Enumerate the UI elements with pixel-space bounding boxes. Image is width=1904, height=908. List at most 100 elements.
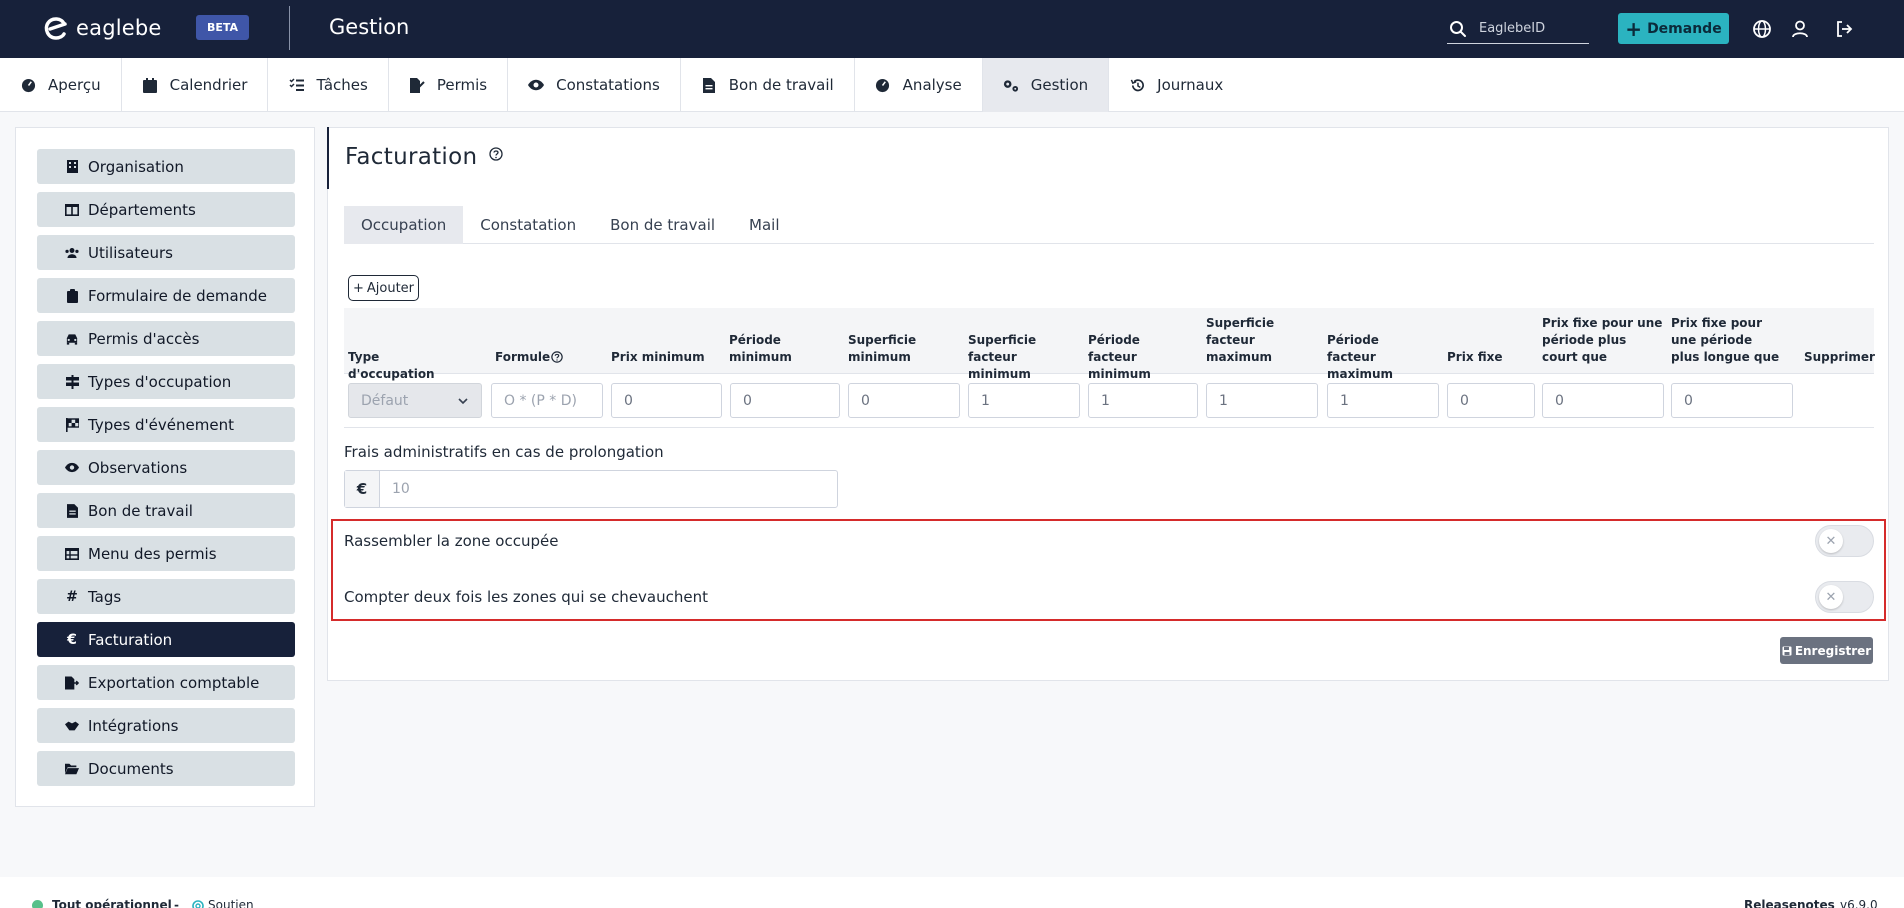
eye-icon bbox=[65, 461, 79, 475]
building-icon bbox=[65, 160, 79, 174]
cogs-icon bbox=[1003, 77, 1019, 93]
column-header: Prix fixe pour une période plus court qu… bbox=[1542, 316, 1663, 364]
sidebar-item-integrations[interactable]: Intégrations bbox=[37, 708, 295, 743]
periode-minimum-input[interactable]: 0 bbox=[730, 383, 840, 418]
car-icon bbox=[65, 332, 79, 346]
nav-item-bon-de-travail[interactable]: Bon de travail bbox=[681, 58, 855, 112]
new-demande-label: Demande bbox=[1647, 20, 1722, 37]
sidebar-item-label: Utilisateurs bbox=[88, 243, 173, 262]
globe-icon[interactable] bbox=[1750, 17, 1774, 41]
user-icon[interactable] bbox=[1788, 17, 1812, 41]
nav-item-taches[interactable]: Tâches bbox=[268, 58, 389, 112]
footer bbox=[0, 877, 1904, 908]
column-header: Prix fixe bbox=[1447, 350, 1503, 364]
search-bar bbox=[1447, 14, 1589, 44]
toggle-chevauchement[interactable]: ✕ bbox=[1815, 581, 1874, 613]
tab-bon-de-travail[interactable]: Bon de travail bbox=[593, 206, 732, 244]
table-icon bbox=[65, 547, 79, 561]
main-nav: Aperçu Calendrier Tâches Permis Constata… bbox=[0, 58, 1904, 112]
gauge-icon bbox=[875, 77, 891, 93]
prix-fixe-court-input[interactable]: 0 bbox=[1542, 383, 1664, 418]
sidebar-item-departements[interactable]: Départements bbox=[37, 192, 295, 227]
chevron-down-icon bbox=[458, 398, 468, 405]
periode-facteur-maximum-input[interactable]: 1 bbox=[1327, 383, 1439, 418]
life-ring-icon bbox=[192, 900, 204, 908]
eye-icon bbox=[528, 77, 545, 93]
superficie-facteur-maximum-input[interactable]: 1 bbox=[1206, 383, 1318, 418]
sidebar-item-bon-de-travail[interactable]: Bon de travail bbox=[37, 493, 295, 528]
save-label: Enregistrer bbox=[1794, 643, 1872, 658]
nav-item-calendrier[interactable]: Calendrier bbox=[122, 58, 269, 112]
sidebar-item-permis-dacces[interactable]: Permis d'accès bbox=[37, 321, 295, 356]
add-row-button[interactable]: + Ajouter bbox=[348, 275, 419, 301]
nav-label: Tâches bbox=[316, 76, 368, 94]
sidebar-item-label: Intégrations bbox=[88, 716, 179, 735]
tab-mail[interactable]: Mail bbox=[732, 206, 796, 244]
hashtag-icon: # bbox=[66, 588, 78, 605]
tab-occupation[interactable]: Occupation bbox=[344, 206, 464, 244]
occupation-type-select[interactable]: Défaut bbox=[348, 383, 482, 418]
nav-item-gestion[interactable]: Gestion bbox=[982, 58, 1110, 112]
nav-label: Analyse bbox=[902, 76, 962, 94]
nav-label: Journaux bbox=[1157, 76, 1224, 94]
header-divider bbox=[289, 6, 290, 50]
help-circle-icon[interactable] bbox=[489, 147, 503, 161]
prix-fixe-input[interactable]: 0 bbox=[1447, 383, 1535, 418]
toggle-rassembler[interactable]: ✕ bbox=[1815, 525, 1874, 557]
signs-icon bbox=[65, 374, 79, 389]
nav-item-constatations[interactable]: Constatations bbox=[508, 58, 681, 112]
gauge-icon bbox=[20, 77, 36, 93]
sidebar-item-exportation-comptable[interactable]: Exportation comptable bbox=[37, 665, 295, 700]
superficie-minimum-input[interactable]: 0 bbox=[848, 383, 960, 418]
sidebar-item-label: Organisation bbox=[88, 157, 184, 176]
column-header: Prix minimum bbox=[611, 350, 705, 364]
logout-icon[interactable] bbox=[1832, 17, 1856, 41]
nav-item-journaux[interactable]: Journaux bbox=[1109, 58, 1243, 112]
handshake-icon bbox=[65, 719, 79, 733]
logo[interactable]: eaglebe bbox=[42, 14, 162, 42]
nav-label: Permis bbox=[436, 76, 488, 94]
periode-facteur-minimum-input[interactable]: 1 bbox=[1088, 383, 1198, 418]
sidebar-item-types-devenement[interactable]: Types d'événement bbox=[37, 407, 295, 442]
prix-fixe-long-input[interactable]: 0 bbox=[1671, 383, 1793, 418]
frais-input-group: € 10 bbox=[344, 470, 838, 508]
save-button[interactable]: Enregistrer bbox=[1780, 637, 1873, 664]
sidebar-item-utilisateurs[interactable]: Utilisateurs bbox=[37, 235, 295, 270]
settings-sidebar: Organisation Départements Utilisateurs F… bbox=[15, 127, 315, 807]
nav-item-permis[interactable]: Permis bbox=[389, 58, 509, 112]
search-input[interactable] bbox=[1479, 21, 1579, 36]
support-link[interactable]: Soutien bbox=[208, 898, 254, 908]
toggle-label-chevauchement: Compter deux fois les zones qui se cheva… bbox=[344, 588, 708, 606]
sidebar-item-facturation[interactable]: € Facturation bbox=[37, 622, 295, 657]
nav-item-apercu[interactable]: Aperçu bbox=[0, 58, 122, 112]
nav-label: Calendrier bbox=[169, 76, 248, 94]
sidebar-item-label: Menu des permis bbox=[88, 544, 217, 563]
tab-constatation[interactable]: Constatation bbox=[463, 206, 593, 244]
file-export-icon bbox=[65, 675, 79, 690]
frais-input[interactable]: 10 bbox=[380, 471, 410, 507]
sidebar-item-observations[interactable]: Observations bbox=[37, 450, 295, 485]
help-circle-icon[interactable] bbox=[551, 351, 563, 363]
sidebar-item-types-doccupation[interactable]: Types d'occupation bbox=[37, 364, 295, 399]
euro-icon: € bbox=[345, 471, 380, 507]
column-header: Superficie minimum bbox=[848, 333, 917, 364]
occupation-type-value: Défaut bbox=[361, 392, 409, 409]
nav-item-analyse[interactable]: Analyse bbox=[855, 58, 983, 112]
sidebar-item-organisation[interactable]: Organisation bbox=[37, 149, 295, 184]
release-notes-link[interactable]: Releasenotes bbox=[1744, 898, 1835, 908]
sidebar-item-tags[interactable]: # Tags bbox=[37, 579, 295, 614]
search-icon bbox=[1450, 20, 1466, 37]
column-header: Période minimum bbox=[729, 333, 792, 364]
superficie-facteur-minimum-input[interactable]: 1 bbox=[968, 383, 1080, 418]
sidebar-item-documents[interactable]: Documents bbox=[37, 751, 295, 786]
sidebar-item-label: Formulaire de demande bbox=[88, 286, 267, 305]
sidebar-item-menu-des-permis[interactable]: Menu des permis bbox=[37, 536, 295, 571]
sidebar-item-formulaire-de-demande[interactable]: Formulaire de demande bbox=[37, 278, 295, 313]
flag-icon bbox=[65, 417, 79, 432]
sidebar-item-label: Documents bbox=[88, 759, 174, 778]
new-demande-button[interactable]: + Demande bbox=[1618, 13, 1729, 44]
formula-input[interactable]: O * (P * D) bbox=[491, 383, 603, 418]
column-header: Prix fixe pour une période plus longue q… bbox=[1671, 316, 1780, 364]
prix-minimum-input[interactable]: 0 bbox=[611, 383, 722, 418]
checklist-icon bbox=[288, 77, 304, 93]
